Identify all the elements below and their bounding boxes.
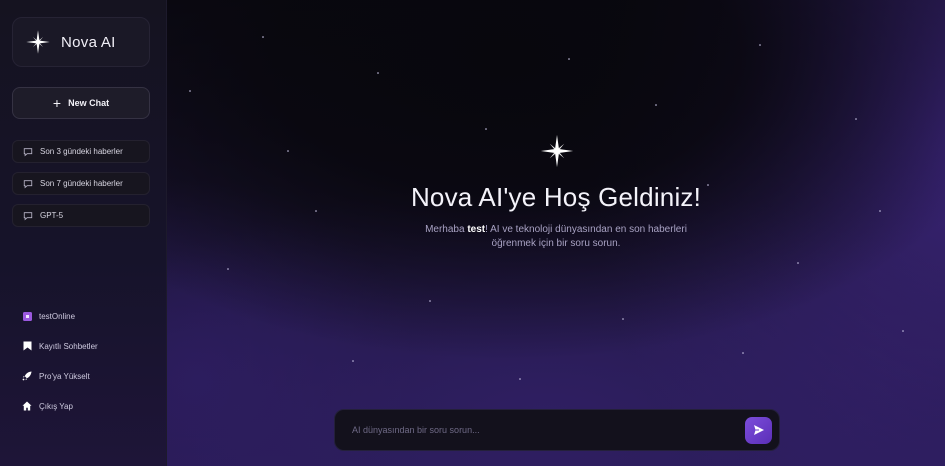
history-item[interactable]: Son 7 gündeki haberler (12, 172, 150, 195)
message-composer (334, 409, 780, 451)
home-icon (22, 401, 32, 411)
history-item-label: Son 3 gündeki haberler (40, 147, 123, 156)
welcome-title: Nova AI'ye Hoş Geldiniz! (410, 182, 702, 212)
history-item[interactable]: GPT-5 (12, 204, 150, 227)
send-button[interactable] (745, 416, 772, 444)
brand-header[interactable]: Nova AI (12, 17, 150, 67)
plus-icon: + (52, 95, 62, 111)
status-square-icon (22, 311, 32, 321)
rocket-icon (22, 371, 32, 381)
main-panel: Nova AI'ye Hoş Geldiniz! Merhaba test! A… (167, 0, 945, 466)
sparkle-star-icon (26, 30, 50, 54)
nav-item-upgrade-pro[interactable]: Pro'ya Yükselt (22, 371, 90, 381)
new-chat-button[interactable]: + New Chat (12, 87, 150, 119)
nav-item-label: Çıkış Yap (39, 401, 73, 411)
message-input[interactable] (335, 410, 745, 450)
welcome-subtitle: Merhaba test! AI ve teknoloji dünyasında… (406, 223, 706, 251)
chat-bubble-icon (23, 211, 33, 220)
sidebar: Nova AI + New Chat Son 3 gündeki haberle… (0, 0, 167, 466)
send-icon (753, 425, 764, 435)
greeting-prefix: Merhaba (425, 224, 468, 235)
nav-item-label: testOnline (39, 311, 76, 321)
new-chat-label: New Chat (68, 98, 110, 108)
nav-item-label: Pro'ya Yükselt (39, 371, 90, 381)
history-item-label: Son 7 gündeki haberler (40, 179, 123, 188)
username: test (467, 224, 486, 235)
bookmark-icon (22, 341, 32, 351)
history-item-label: GPT-5 (40, 211, 64, 220)
nav-item-saved-chats[interactable]: Kayıtlı Sohbetler (22, 341, 98, 351)
nav-item-logout[interactable]: Çıkış Yap (22, 401, 73, 411)
chat-bubble-icon (23, 179, 33, 188)
nav-item-user-status[interactable]: testOnline (22, 311, 75, 321)
sparkle-star-icon (540, 134, 574, 168)
history-item[interactable]: Son 3 gündeki haberler (12, 140, 150, 163)
greeting-suffix: ! AI ve teknoloji dünyasından en son hab… (485, 224, 687, 249)
brand-name: Nova AI (61, 33, 116, 51)
chat-bubble-icon (23, 147, 33, 156)
nav-item-label: Kayıtlı Sohbetler (39, 341, 98, 351)
